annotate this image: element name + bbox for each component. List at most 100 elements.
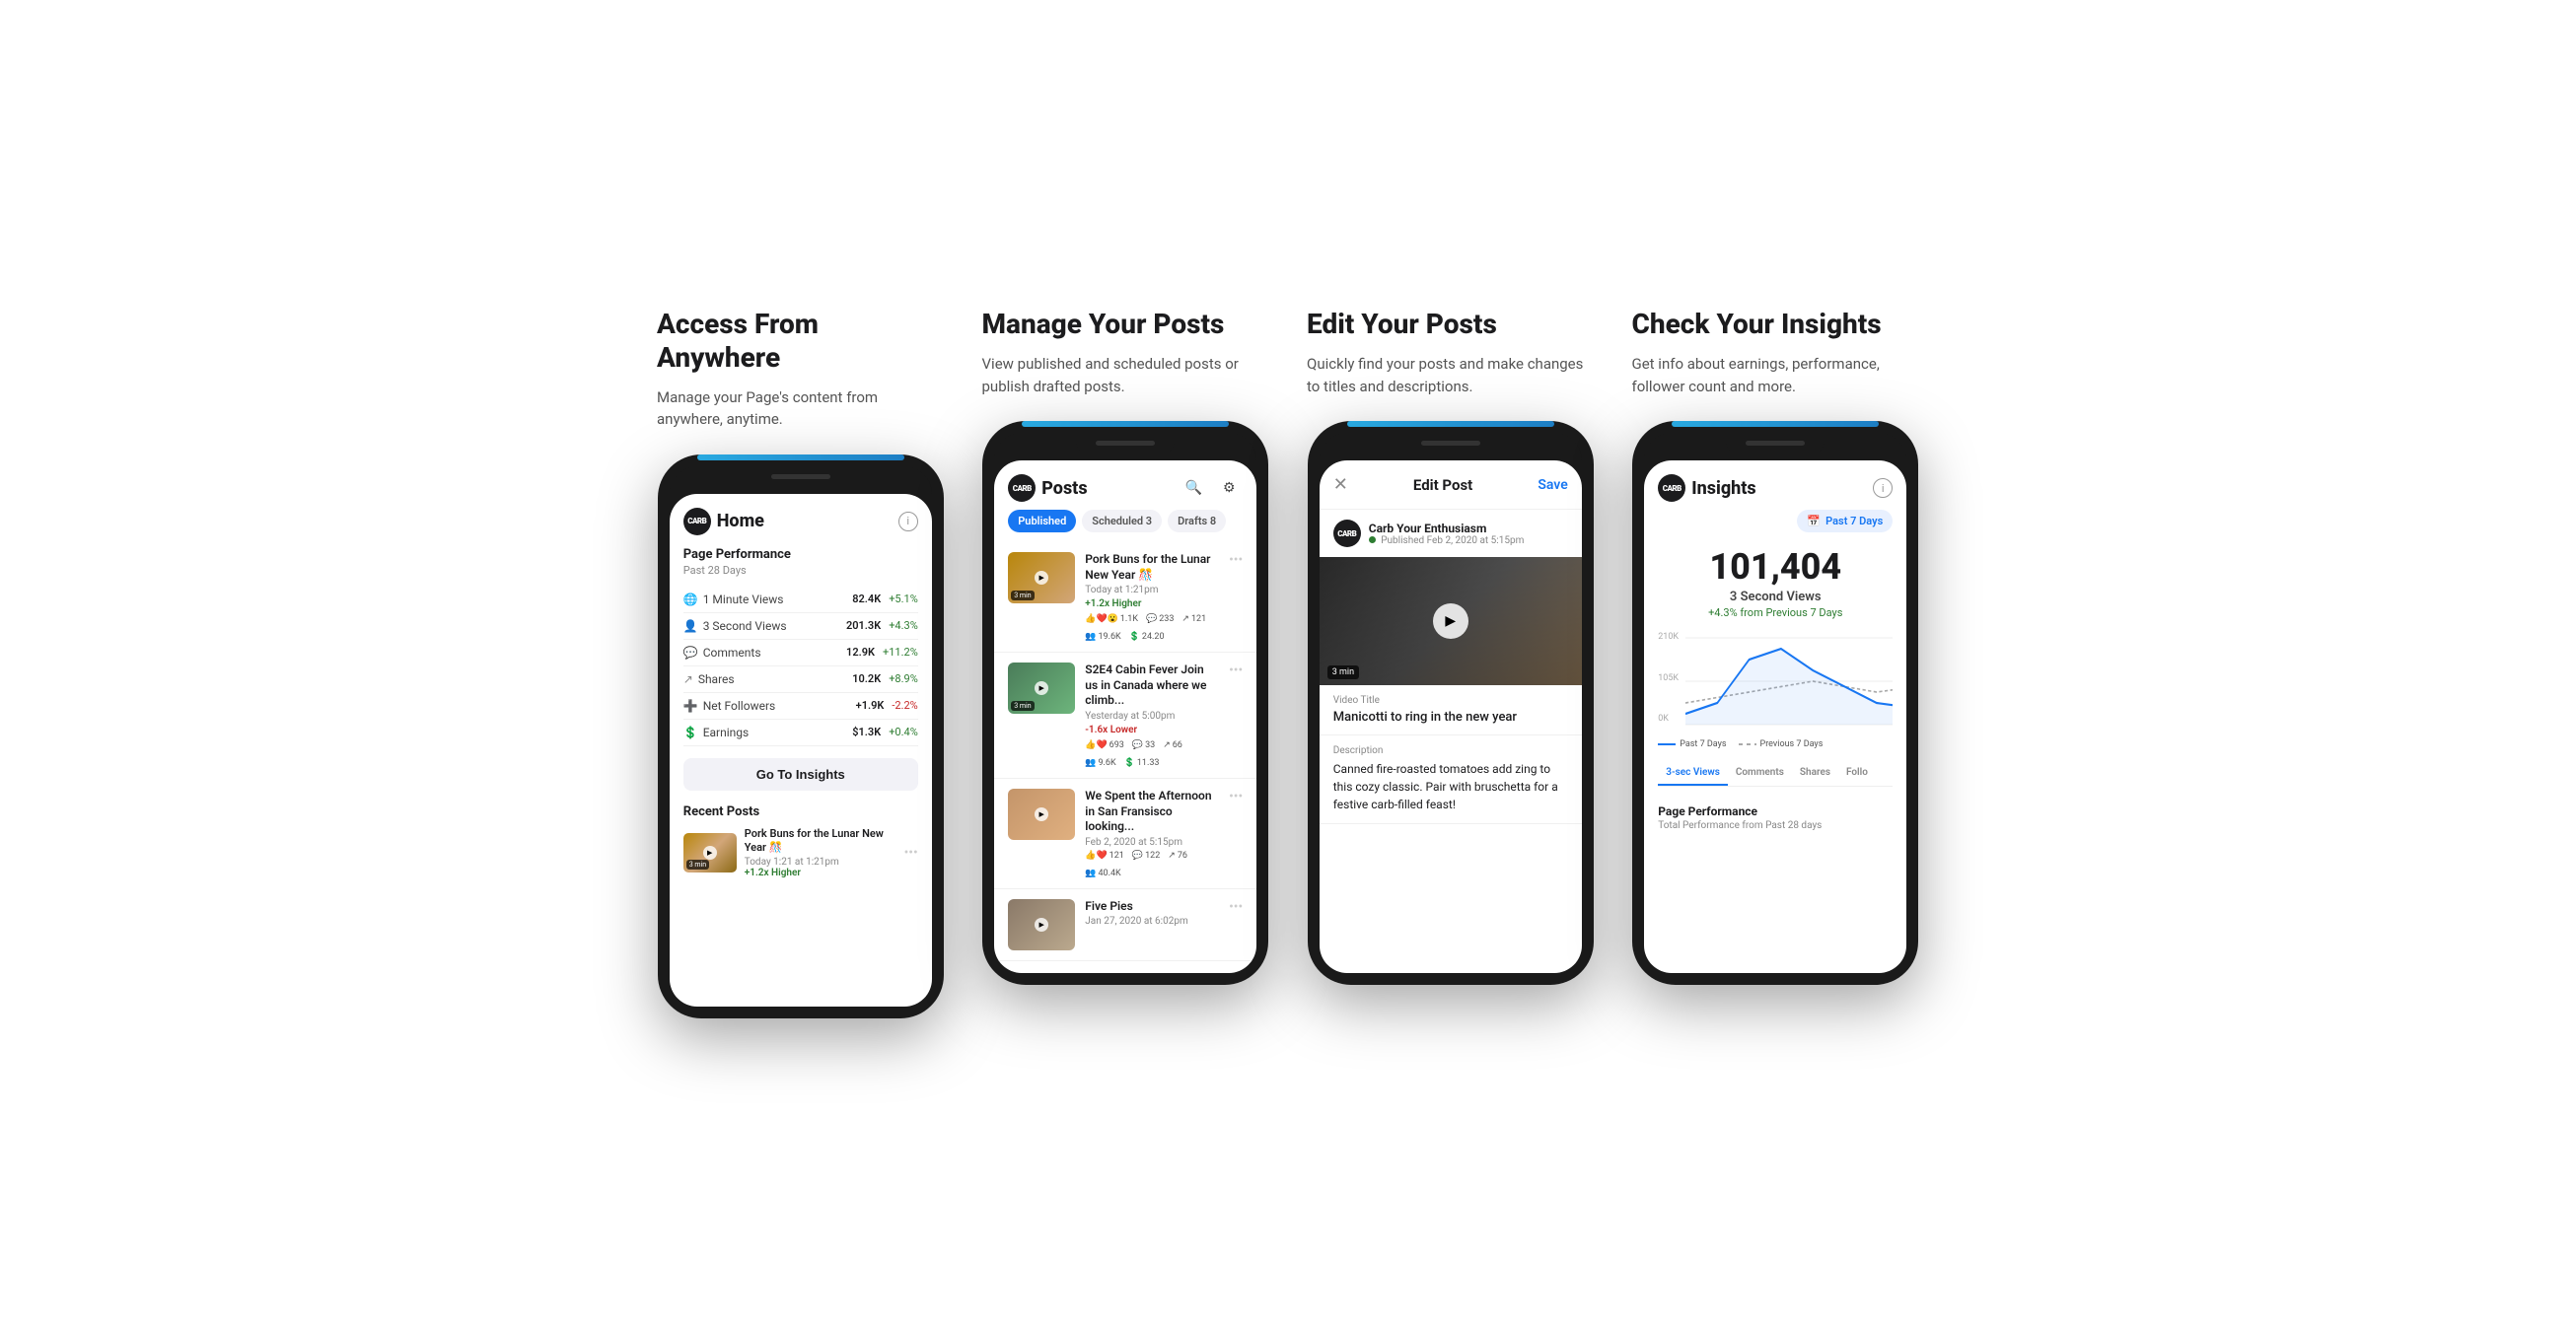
phone-manage: CARB Posts 🔍 ⚙ Published Scheduled bbox=[982, 421, 1268, 985]
insights-period[interactable]: 📅 Past 7 Days bbox=[1797, 510, 1893, 532]
video-title-field[interactable]: Video Title Manicotti to ring in the new… bbox=[1320, 685, 1582, 735]
reactions-2: 👍❤️ 693 bbox=[1085, 740, 1124, 750]
chart-legend: Past 7 Days Previous 7 Days bbox=[1644, 735, 1906, 753]
post-item-3[interactable]: ▶ We Spent the Afternoon in San Fransisc… bbox=[994, 779, 1256, 889]
phone-screen-insights: CARB Insights i 📅 Past 7 Days bbox=[1644, 460, 1906, 973]
posts-header: CARB Posts 🔍 ⚙ bbox=[994, 460, 1256, 510]
tab-shares[interactable]: Shares bbox=[1792, 761, 1838, 786]
phone-speaker-manage bbox=[1096, 441, 1155, 446]
recent-post-item[interactable]: ▶ 3 min Pork Buns for the Lunar New Year… bbox=[683, 827, 918, 879]
shares-stat-1: ↗ 121 bbox=[1181, 614, 1206, 624]
phone-notch-area-edit bbox=[1320, 433, 1582, 460]
post-stats-1: 👍❤️😮 1.1K 💬 233 ↗ 121 bbox=[1085, 614, 1219, 642]
video-duration: 3 min bbox=[1327, 665, 1359, 679]
stat-values-shares: 10.2K +8.9% bbox=[852, 672, 918, 685]
edit-author: CARB Carb Your Enthusiasm Published Feb … bbox=[1320, 510, 1582, 557]
stat-row-earnings: 💲 Earnings $1.3K +0.4% bbox=[683, 720, 918, 746]
stat-row-1min: 🌐 1 Minute Views 82.4K +5.1% bbox=[683, 587, 918, 613]
posts-logo: CARB Posts bbox=[1008, 474, 1087, 502]
page-perf-sub: Total Performance from Past 28 days bbox=[1658, 820, 1893, 831]
stat-label-shares: ↗ Shares bbox=[683, 672, 735, 686]
phone-speaker-edit bbox=[1421, 441, 1480, 446]
main-container: Access From Anywhere Manage your Page's … bbox=[647, 308, 1929, 1017]
play-icon-4: ▶ bbox=[1035, 918, 1048, 932]
followers-icon: ➕ bbox=[683, 699, 698, 713]
post-info-3: We Spent the Afternoon in San Fransisco … bbox=[1085, 789, 1219, 878]
phone-screen-home: CARB Home i Page Performance Past 28 Day… bbox=[670, 494, 932, 1007]
y-label-0k: 0K bbox=[1658, 714, 1669, 724]
stat-row-3sec: 👤 3 Second Views 201.3K +4.3% bbox=[683, 613, 918, 640]
go-to-insights-button[interactable]: Go To Insights bbox=[683, 758, 918, 791]
stat-values-comments: 12.9K +11.2% bbox=[846, 646, 918, 659]
post-stats-2: 👍❤️ 693 💬 33 ↗ 66 bbox=[1085, 740, 1219, 768]
post-more-1[interactable]: ••• bbox=[1229, 552, 1243, 568]
feature-title-edit: Edit Your Posts bbox=[1307, 308, 1595, 341]
post-date-1: Today at 1:21pm bbox=[1085, 585, 1219, 595]
recent-post-date: Today 1:21 at 1:21pm bbox=[745, 857, 896, 868]
post-thumb-2: ▶ 3 min bbox=[1008, 663, 1075, 714]
phone-notch-area-insights bbox=[1644, 433, 1906, 460]
posts-search-icons: 🔍 ⚙ bbox=[1180, 474, 1243, 502]
close-button[interactable]: ✕ bbox=[1333, 474, 1348, 495]
save-button[interactable]: Save bbox=[1538, 477, 1567, 493]
feature-desc-edit: Quickly find your posts and make changes… bbox=[1307, 353, 1595, 397]
tab-scheduled[interactable]: Scheduled 3 bbox=[1082, 510, 1162, 532]
performance-label: Page Performance bbox=[683, 547, 918, 562]
info-icon[interactable]: i bbox=[898, 512, 918, 531]
feature-card-access: Access From Anywhere Manage your Page's … bbox=[647, 308, 955, 1017]
feature-text-insights: Check Your Insights Get info about earni… bbox=[1622, 308, 1930, 421]
more-options-icon[interactable]: ••• bbox=[904, 845, 918, 861]
search-icon[interactable]: 🔍 bbox=[1180, 474, 1207, 502]
insights-tabs: 3-sec Views Comments Shares Follo bbox=[1658, 761, 1893, 787]
views-stat-3: 👥 40.4K bbox=[1085, 869, 1120, 878]
post-item-4[interactable]: ▶ Five Pies Jan 27, 2020 at 6:02pm ••• bbox=[994, 889, 1256, 961]
description-field[interactable]: Description Canned fire-roasted tomatoes… bbox=[1320, 735, 1582, 824]
phone-top-bar-insights bbox=[1672, 421, 1879, 427]
post-more-2[interactable]: ••• bbox=[1229, 663, 1243, 678]
tab-3sec-views[interactable]: 3-sec Views bbox=[1658, 761, 1728, 786]
big-metric: 101,404 3 Second Views +4.3% from Previo… bbox=[1644, 540, 1906, 627]
page-perf-title: Page Performance bbox=[1658, 804, 1893, 818]
post-title-4: Five Pies bbox=[1085, 899, 1219, 915]
post-more-4[interactable]: ••• bbox=[1229, 899, 1243, 915]
post-perf-1: +1.2x Higher bbox=[1085, 598, 1219, 609]
tab-followers[interactable]: Follo bbox=[1838, 761, 1876, 786]
phone-screen-edit: ✕ Edit Post Save CARB Carb Your Enthusia… bbox=[1320, 460, 1582, 973]
post-item-1[interactable]: ▶ 3 min Pork Buns for the Lunar New Year… bbox=[994, 542, 1256, 653]
feature-text-manage: Manage Your Posts View published and sch… bbox=[972, 308, 1280, 421]
insights-carb-badge: CARB bbox=[1658, 474, 1685, 502]
post-item-2[interactable]: ▶ 3 min S2E4 Cabin Fever Join us in Cana… bbox=[994, 653, 1256, 779]
feature-title-insights: Check Your Insights bbox=[1632, 308, 1920, 341]
legend-prev7: Previous 7 Days bbox=[1739, 739, 1824, 749]
post-title-2: S2E4 Cabin Fever Join us in Canada where… bbox=[1085, 663, 1219, 709]
play-icon-3: ▶ bbox=[1035, 807, 1048, 821]
post-more-3[interactable]: ••• bbox=[1229, 789, 1243, 804]
duration-badge-2: 3 min bbox=[1011, 701, 1034, 711]
edit-author-badge: CARB bbox=[1333, 520, 1361, 547]
insights-info-icon[interactable]: i bbox=[1873, 478, 1893, 498]
screen-home: CARB Home i Page Performance Past 28 Day… bbox=[670, 494, 932, 893]
video-play-button[interactable]: ▶ bbox=[1433, 603, 1468, 639]
stat-values-earnings: $1.3K +0.4% bbox=[852, 726, 918, 738]
big-change: +4.3% from Previous 7 Days bbox=[1658, 606, 1893, 619]
home-header: CARB Home i bbox=[683, 508, 918, 535]
home-logo: CARB Home bbox=[683, 508, 764, 535]
edit-post-title: Edit Post bbox=[1413, 476, 1472, 494]
earnings-stat-2: 💲 11.33 bbox=[1124, 758, 1160, 768]
phone-access: CARB Home i Page Performance Past 28 Day… bbox=[658, 454, 944, 1018]
phone-wrapper-edit: ✕ Edit Post Save CARB Carb Your Enthusia… bbox=[1297, 421, 1605, 985]
tab-comments[interactable]: Comments bbox=[1728, 761, 1792, 786]
globe-icon: 🌐 bbox=[683, 593, 698, 606]
filter-icon[interactable]: ⚙ bbox=[1215, 474, 1243, 502]
insights-chart bbox=[1685, 627, 1893, 735]
author-name: Carb Your Enthusiasm bbox=[1369, 522, 1568, 535]
stat-values-3sec: 201.3K +4.3% bbox=[846, 619, 918, 632]
post-date-3: Feb 2, 2020 at 5:15pm bbox=[1085, 837, 1219, 848]
share-icon: ↗ bbox=[683, 672, 693, 686]
tab-published[interactable]: Published bbox=[1008, 510, 1076, 532]
home-title: Home bbox=[717, 511, 764, 531]
tab-drafts[interactable]: Drafts 8 bbox=[1168, 510, 1226, 532]
author-info: Carb Your Enthusiasm Published Feb 2, 20… bbox=[1369, 522, 1568, 546]
carb-badge: CARB bbox=[683, 508, 711, 535]
post-date-4: Jan 27, 2020 at 6:02pm bbox=[1085, 916, 1219, 927]
